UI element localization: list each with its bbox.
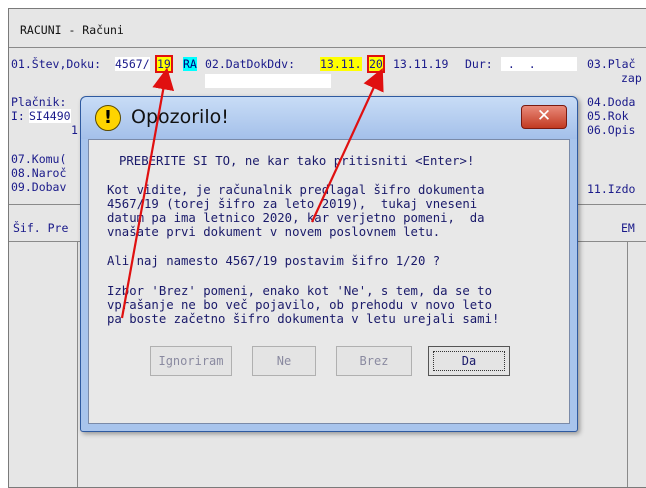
no-button[interactable]: Ne [252, 346, 316, 376]
payer-label: Plačnik: [11, 95, 67, 109]
dialog-text-line: vprašanje ne bo več pojavilo, ob prehodu… [107, 298, 492, 312]
doc-year-suffix: 19 [155, 55, 173, 73]
vat-id-input[interactable]: SI4490 [29, 109, 71, 123]
field-04-label: 04.Doda [587, 95, 636, 109]
column-header-em: EM [621, 221, 635, 235]
doc-number-input[interactable]: 4567/ [115, 57, 150, 71]
field-01-label: 01.Štev,Doku: [11, 57, 102, 71]
warning-dialog: ! Opozorilo! ✕ PREBERITE SI TO, ne kar t… [80, 96, 578, 432]
dialog-question: Ali naj namesto 4567/19 postavim šifro 1… [107, 254, 441, 268]
doc-date-input[interactable]: 13.11. [320, 57, 362, 71]
dialog-text-line: 4567/19 (torej šifro za leto 2019), tuka… [107, 197, 478, 211]
field-07-label: 07.Komu( [11, 152, 67, 166]
date-extra-input[interactable] [205, 74, 331, 88]
doc-type-badge: RA [183, 57, 197, 71]
close-button[interactable]: ✕ [521, 105, 567, 129]
field-09-label: 09.Dobav [11, 180, 67, 194]
table-column-divider [77, 242, 78, 487]
ddv-date-value: 13.11.19 [393, 57, 449, 71]
field-03-sub: zap [621, 71, 642, 85]
field-11-label: 11.Izdo [587, 182, 636, 196]
field-05-label: 05.Rok [587, 109, 629, 123]
dur-label: Dur: [465, 57, 493, 71]
field-08-label: 08.Naroč [11, 166, 67, 180]
field-02-label: 02.DatDokDdv: [205, 57, 296, 71]
dialog-text-line: Kot vidite, je računalnik predlagal šifr… [107, 183, 485, 197]
close-icon: ✕ [536, 106, 552, 126]
dialog-title: Opozorilo! [131, 106, 229, 128]
warning-icon: ! [95, 105, 121, 131]
doc-date-year: 20 [367, 55, 385, 73]
dialog-text-line: datum pa ima letnico 2020, kar verjetno … [107, 211, 485, 225]
field-06-label: 06.Opis [587, 123, 636, 137]
title-bar: RACUNI - Računi [9, 9, 646, 48]
yes-button[interactable]: Da [428, 346, 510, 376]
dialog-text-line: Izbor 'Brez' pomeni, enako kot 'Ne', s t… [107, 284, 492, 298]
dialog-text-line: vnašate prvi dokument v novem poslovnem … [107, 225, 441, 239]
ignore-button[interactable]: Ignoriram [150, 346, 232, 376]
table-column-divider [627, 242, 628, 487]
dialog-text-line: pa boste začetno šifro dokumenta v letu … [107, 312, 500, 326]
column-header-sif: Šif. Pre [13, 221, 69, 235]
dur-input[interactable]: . . [501, 57, 577, 71]
none-button[interactable]: Brez [336, 346, 412, 376]
vat-id-label: I: [11, 109, 25, 123]
focus-ring [433, 351, 505, 371]
dialog-body: PREBERITE SI TO, ne kar tako pritisniti … [88, 139, 570, 424]
window-title: RACUNI - Računi [20, 23, 124, 37]
field-03-label: 03.Plač [587, 57, 636, 71]
dialog-heading: PREBERITE SI TO, ne kar tako pritisniti … [119, 154, 475, 168]
dialog-title-bar: ! Opozorilo! ✕ [81, 97, 577, 139]
vat-id-line2: 1 [71, 123, 78, 137]
